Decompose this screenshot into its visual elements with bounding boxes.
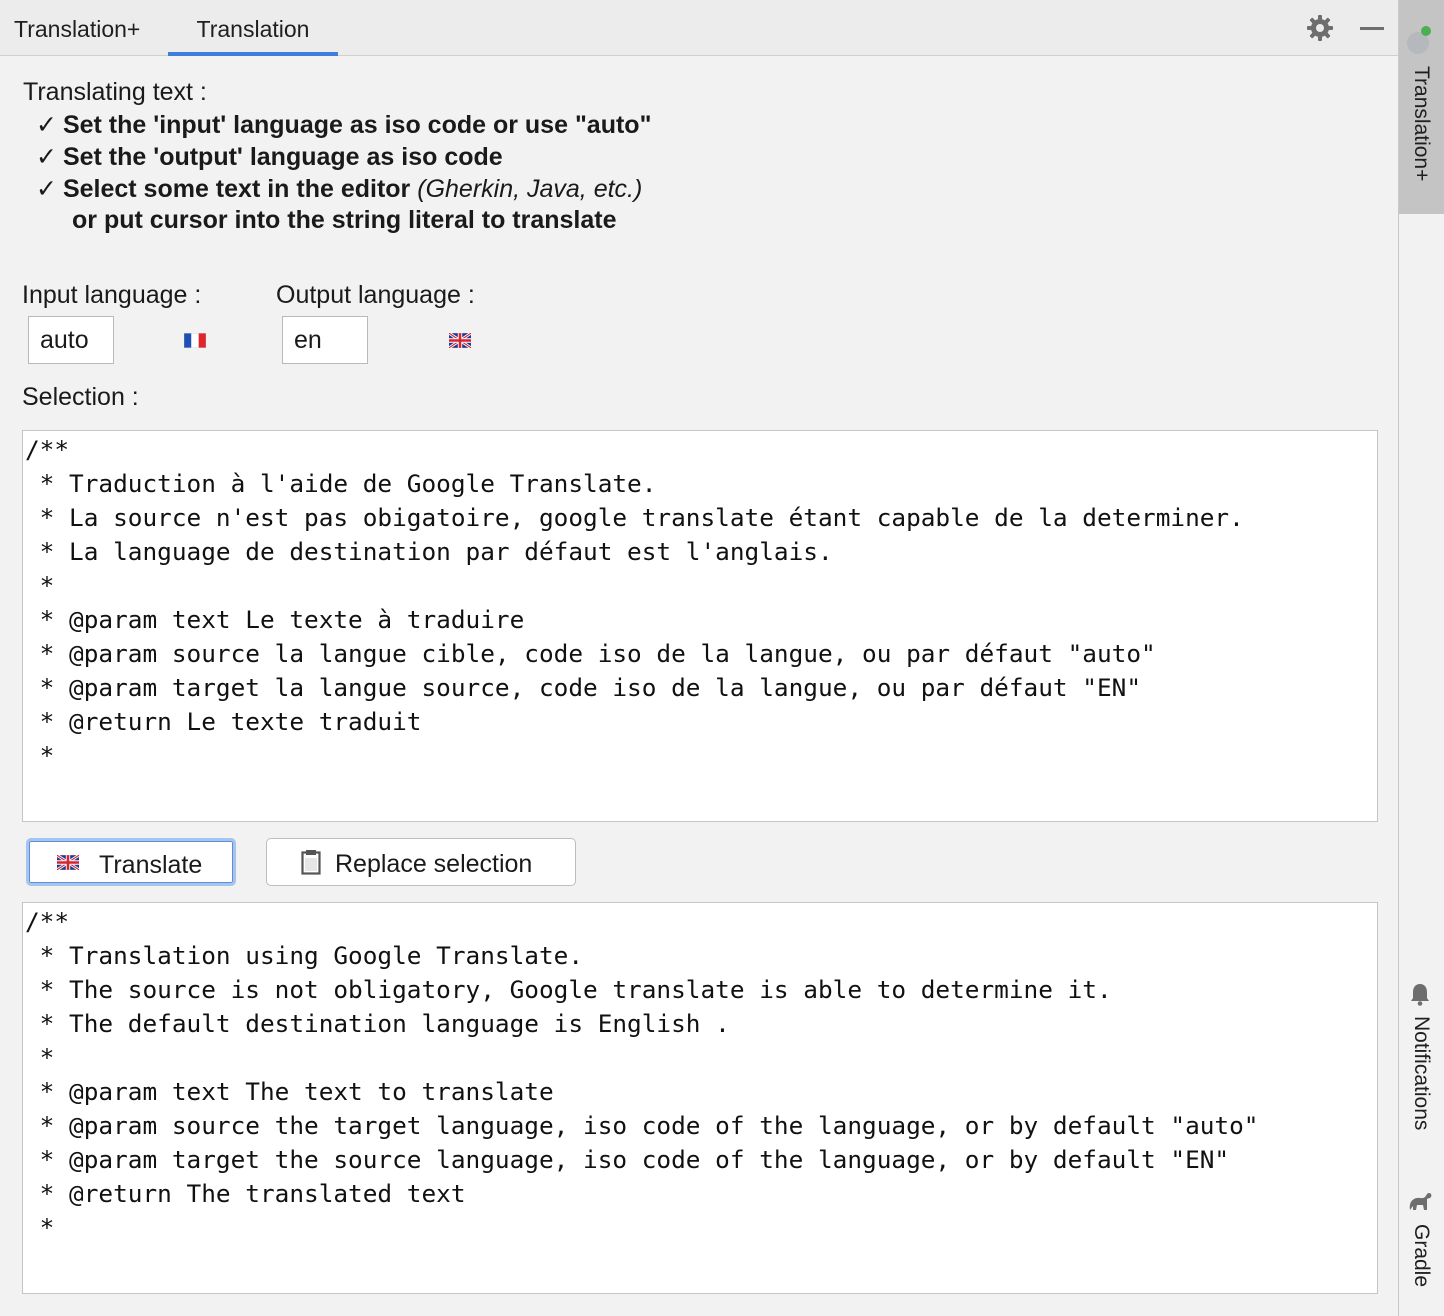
output-language-label: Output language : [276, 281, 475, 309]
uk-flag-icon [449, 333, 471, 348]
translation-panel: Translating text : ✓ Set the 'input' lang… [0, 56, 1398, 1316]
bell-icon [1411, 984, 1429, 1006]
french-flag-icon [184, 333, 206, 348]
check-icon: ✓ [36, 175, 57, 203]
translate-button-label: Translate [99, 851, 203, 879]
status-dot-icon [1421, 26, 1431, 36]
gear-icon[interactable] [1306, 14, 1334, 42]
translation-tool-window: Translation+ Translation Translation+ No… [0, 0, 1444, 1316]
instruction-line-1: ✓ Set the 'input' language as iso code or… [36, 111, 652, 139]
translate-button[interactable]: Translate [26, 838, 236, 886]
strip-item-translation[interactable]: Translation+ [1399, 0, 1444, 214]
strip-item-notifications[interactable]: Notifications [1399, 970, 1444, 1160]
tab-bar: Translation+ Translation [0, 0, 1398, 56]
intro-title: Translating text : [23, 78, 207, 106]
right-tool-strip: Translation+ Notifications Gradle [1398, 0, 1444, 1316]
tab-translation[interactable]: Translation [168, 0, 338, 56]
check-icon: ✓ [36, 111, 57, 139]
selection-textarea[interactable]: /** * Traduction à l'aide de Google Tran… [22, 430, 1378, 822]
strip-label-notifications: Notifications [1410, 1016, 1433, 1131]
uk-flag-icon [57, 855, 79, 870]
strip-label-gradle: Gradle [1410, 1224, 1433, 1288]
strip-label-translation: Translation+ [1410, 66, 1433, 182]
check-icon: ✓ [36, 143, 57, 171]
selection-label: Selection : [22, 383, 139, 411]
input-language-field[interactable] [28, 316, 114, 364]
instruction-line-4: or put cursor into the string literal to… [72, 206, 617, 234]
clipboard-icon [301, 850, 321, 875]
replace-selection-button-label: Replace selection [335, 850, 533, 878]
tab-translation-plus[interactable]: Translation+ [4, 0, 150, 56]
output-language-field[interactable] [282, 316, 368, 364]
input-language-label: Input language : [22, 281, 202, 309]
instruction-line-3: ✓ Select some text in the editor (Gherkin… [36, 175, 643, 203]
minimize-icon[interactable] [1358, 14, 1386, 42]
gradle-elephant-icon [1409, 1193, 1432, 1210]
strip-item-gradle[interactable]: Gradle [1399, 1180, 1444, 1300]
instruction-line-2: ✓ Set the 'output' language as iso code [36, 143, 503, 171]
replace-selection-button[interactable]: Replace selection [266, 838, 576, 886]
translation-output-textarea[interactable]: /** * Translation using Google Translate… [22, 902, 1378, 1294]
